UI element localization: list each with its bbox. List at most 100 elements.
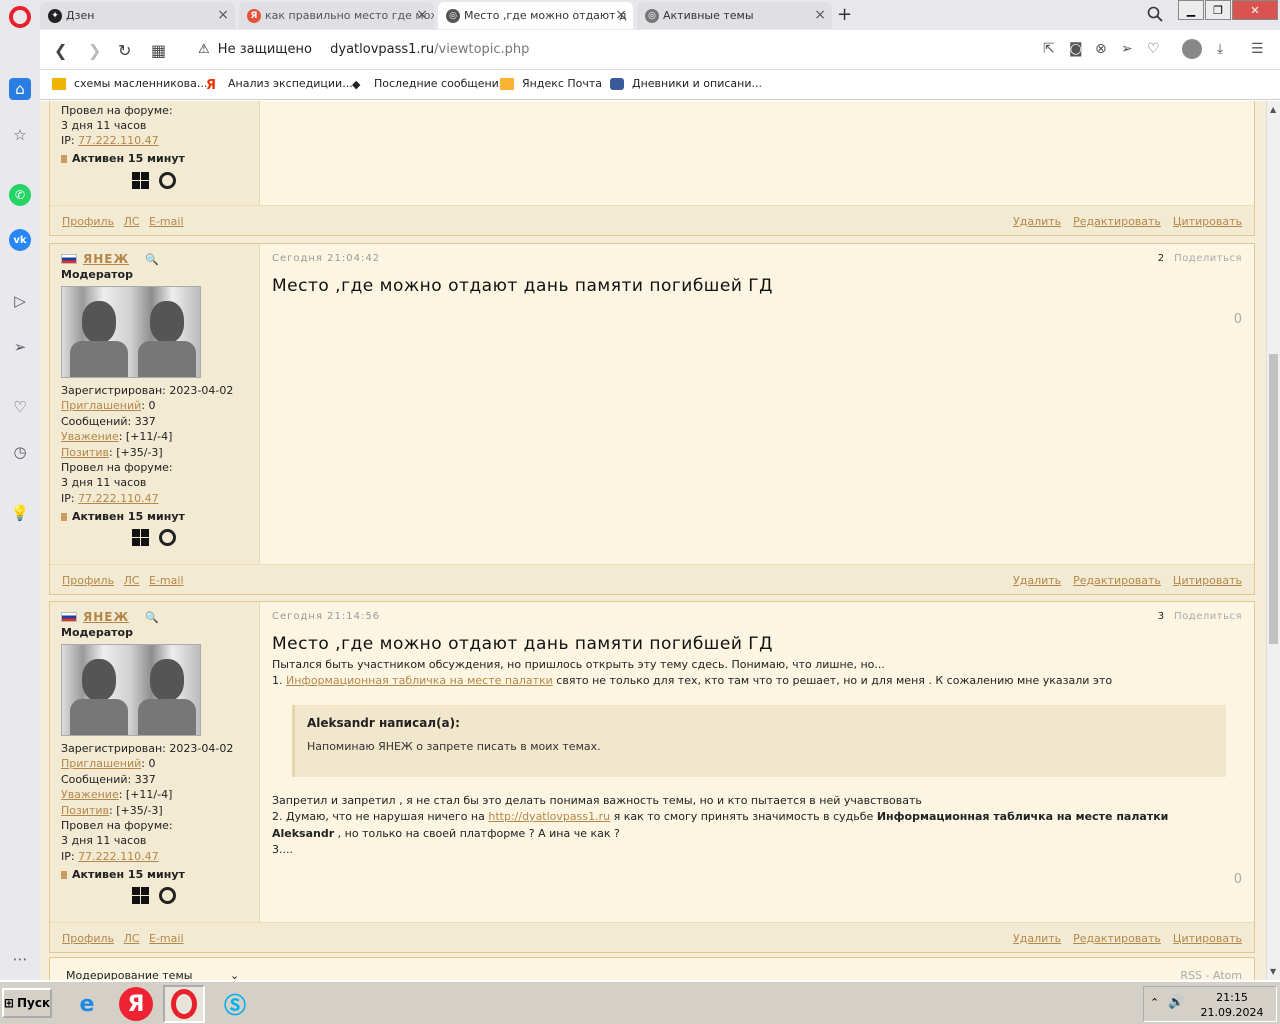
- search-user-icon[interactable]: 🔍: [145, 611, 159, 624]
- tabs-grid-icon[interactable]: ▦: [151, 41, 166, 60]
- send-page-icon[interactable]: ➢: [1121, 41, 1133, 57]
- delete-link[interactable]: Удалить: [1013, 574, 1061, 587]
- search-user-icon[interactable]: 🔍: [145, 253, 159, 266]
- warning-icon: ⚠: [198, 42, 210, 57]
- tab-yandex-search[interactable]: Я как правильно место где можн ×: [239, 2, 434, 29]
- invites-link[interactable]: Приглашений: [61, 757, 141, 770]
- quote-link[interactable]: Цитировать: [1173, 215, 1242, 228]
- profile-link[interactable]: Профиль: [62, 574, 114, 587]
- more-icon[interactable]: ⋯: [9, 948, 31, 970]
- yandex-browser-icon[interactable]: Я: [119, 987, 153, 1021]
- positive-link[interactable]: Позитив: [61, 446, 109, 459]
- scroll-thumb[interactable]: [1269, 354, 1278, 644]
- pm-link[interactable]: ЛС: [124, 215, 140, 228]
- edit-link[interactable]: Редактировать: [1073, 932, 1161, 945]
- bookmark-item[interactable]: Я Анализ экспедиции...: [206, 77, 353, 93]
- author-name-link[interactable]: ЯНЕЖ: [83, 252, 129, 266]
- ip-link[interactable]: 77.222.110.47: [78, 850, 158, 863]
- url-field[interactable]: ⚠ Не защищено dyatlovpass1.ru/viewtopic.…: [198, 42, 529, 57]
- lightbulb-icon[interactable]: 💡: [9, 502, 31, 524]
- tab-dzen[interactable]: ✦ Дзен ×: [40, 2, 235, 29]
- internet-explorer-icon[interactable]: e: [66, 985, 108, 1023]
- bookmark-item[interactable]: Дневники и описани...: [610, 77, 762, 90]
- tab-search-icon[interactable]: [1147, 6, 1163, 22]
- scroll-down-icon[interactable]: ▼: [1270, 967, 1276, 976]
- adblock-icon[interactable]: ⊗: [1095, 41, 1107, 57]
- star-icon[interactable]: ☆: [9, 124, 31, 146]
- share-link[interactable]: Поделиться: [1174, 253, 1242, 264]
- respect-link[interactable]: Уважение: [61, 788, 119, 801]
- post-rating[interactable]: 0: [1234, 872, 1242, 887]
- invites-link[interactable]: Приглашений: [61, 399, 141, 412]
- author-name-link[interactable]: ЯНЕЖ: [83, 610, 129, 624]
- close-tab-icon[interactable]: ×: [416, 7, 428, 23]
- quote-link[interactable]: Цитировать: [1173, 574, 1242, 587]
- delete-link[interactable]: Удалить: [1013, 932, 1061, 945]
- topic-link[interactable]: Информационная табличка на месте палатки: [286, 674, 553, 687]
- close-tab-icon[interactable]: ×: [814, 7, 826, 23]
- share-icon[interactable]: ⇱: [1043, 41, 1055, 57]
- profile-link[interactable]: Профиль: [62, 932, 114, 945]
- respect-link[interactable]: Уважение: [61, 430, 119, 443]
- ip-link[interactable]: 77.222.110.47: [78, 134, 158, 147]
- windows-flag-icon: ⊞: [3, 996, 14, 1010]
- close-window-button[interactable]: ✕: [1232, 0, 1278, 20]
- volume-icon[interactable]: 🔊: [1168, 995, 1184, 1010]
- skype-icon[interactable]: Ⓢ: [214, 985, 256, 1023]
- delete-link[interactable]: Удалить: [1013, 215, 1061, 228]
- clock[interactable]: 21:15 21.09.2024: [1196, 990, 1268, 1020]
- quote-link[interactable]: Цитировать: [1173, 932, 1242, 945]
- bookmark-label: схемы масленникова...: [74, 77, 208, 90]
- camera-icon[interactable]: ◙: [1069, 41, 1083, 57]
- heart-icon[interactable]: ♡: [9, 396, 31, 418]
- bookmark-item[interactable]: Яндекс Почта: [500, 77, 602, 90]
- atom-link[interactable]: Atom: [1213, 969, 1242, 980]
- site-link[interactable]: http://dyatlovpass1.ru: [488, 810, 610, 823]
- vertical-scrollbar[interactable]: ▲ ▼: [1266, 101, 1280, 980]
- tray-expand-icon[interactable]: ⌃: [1150, 996, 1159, 1009]
- clock-time: 21:15: [1216, 991, 1248, 1004]
- moderation-select[interactable]: Модерирование темы ⌄: [66, 969, 239, 980]
- ip-link[interactable]: 77.222.110.47: [78, 492, 158, 505]
- share-link[interactable]: Поделиться: [1174, 611, 1242, 622]
- whatsapp-icon[interactable]: ✆: [9, 184, 31, 206]
- pm-link[interactable]: ЛС: [124, 574, 140, 587]
- new-tab-icon[interactable]: +: [837, 4, 852, 25]
- send-icon[interactable]: ➢: [9, 336, 31, 358]
- post-rating[interactable]: 0: [1234, 312, 1242, 327]
- close-tab-icon[interactable]: ×: [217, 7, 229, 23]
- email-link[interactable]: E-mail: [149, 215, 184, 228]
- download-icon[interactable]: ⤓: [1217, 41, 1223, 57]
- email-link[interactable]: E-mail: [149, 574, 184, 587]
- back-icon[interactable]: ❮: [54, 41, 67, 60]
- positive-link[interactable]: Позитив: [61, 804, 109, 817]
- chevron-down-icon: ⌄: [229, 969, 240, 980]
- start-button[interactable]: ⊞ Пуск: [2, 988, 52, 1018]
- vk-icon[interactable]: vk: [9, 229, 31, 251]
- profile-link[interactable]: Профиль: [62, 215, 114, 228]
- tab-current-topic[interactable]: ◎ Место ,где можно отдают д ×: [438, 2, 633, 29]
- forward-icon[interactable]: ❯: [88, 41, 101, 60]
- bookmark-heart-icon[interactable]: ♡: [1147, 41, 1160, 57]
- profile-icon[interactable]: [1182, 39, 1202, 59]
- edit-link[interactable]: Редактировать: [1073, 215, 1161, 228]
- history-icon[interactable]: ◷: [9, 441, 31, 463]
- restore-button[interactable]: ❐: [1205, 0, 1231, 20]
- edit-link[interactable]: Редактировать: [1073, 574, 1161, 587]
- post-text-line: 3....: [272, 843, 293, 856]
- home-icon[interactable]: ⌂: [9, 78, 31, 100]
- close-tab-icon[interactable]: ×: [615, 7, 627, 23]
- bookmark-item[interactable]: ◆ Последние сообщения: [352, 77, 505, 91]
- player-icon[interactable]: ▷: [9, 290, 31, 312]
- tab-active-topics[interactable]: ◎ Активные темы ×: [637, 2, 832, 29]
- email-link[interactable]: E-mail: [149, 932, 184, 945]
- opera-taskbar-icon[interactable]: [163, 985, 205, 1023]
- opera-menu-icon[interactable]: [9, 6, 31, 28]
- easy-setup-icon[interactable]: ☰: [1251, 41, 1264, 57]
- reload-icon[interactable]: ↻: [118, 41, 131, 60]
- pm-link[interactable]: ЛС: [124, 932, 140, 945]
- scroll-up-icon[interactable]: ▲: [1270, 105, 1276, 114]
- rss-link[interactable]: RSS: [1180, 969, 1202, 980]
- minimize-button[interactable]: ▁: [1178, 0, 1204, 20]
- bookmark-item[interactable]: схемы масленникова...: [52, 77, 207, 90]
